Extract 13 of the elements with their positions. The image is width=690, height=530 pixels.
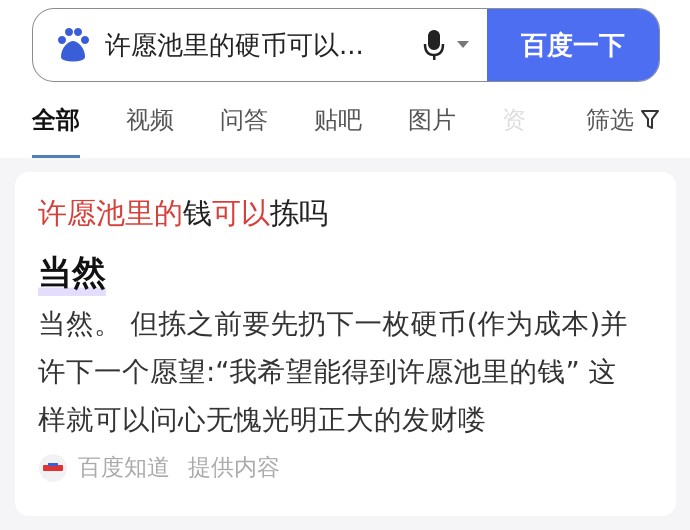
search-field[interactable]: 许愿池里的硬币可以... <box>33 9 487 81</box>
tab[interactable]: 视频 <box>126 82 174 158</box>
result-title[interactable]: 许愿池里的钱可以拣吗 <box>38 194 654 234</box>
provider-label: 提供内容 <box>188 454 280 483</box>
tab[interactable]: 问答 <box>220 82 268 158</box>
answer-text: 当然。 但拣之前要先扔下一枚硬币(作为成本)并许下一个愿望:“我希望能得到许愿池里的钱” 这样就可以问心无愧光明正大的发财喽 <box>38 307 630 438</box>
source-label: 百度知道 <box>78 454 170 483</box>
tab[interactable]: 图片 <box>408 82 456 158</box>
search-value: 许愿池里的硬币可以... <box>105 30 365 62</box>
tab[interactable]: 全部 <box>32 82 80 158</box>
search-button[interactable]: 百度一下 <box>487 9 659 81</box>
tab[interactable]: 贴吧 <box>314 82 362 158</box>
filter-button[interactable]: 筛选 <box>586 104 660 136</box>
